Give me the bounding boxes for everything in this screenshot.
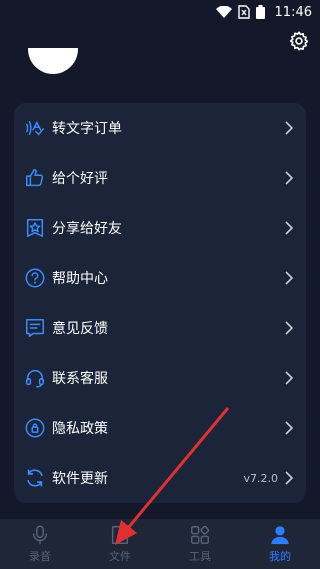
chevron-right-icon bbox=[285, 421, 294, 435]
version-label: v7.2.0 bbox=[243, 471, 279, 485]
menu-item-transcribe-orders[interactable]: 转文字订单 bbox=[14, 103, 306, 153]
chevron-right-icon bbox=[285, 471, 294, 485]
tools-icon bbox=[191, 525, 210, 544]
menu-item-label: 联系客服 bbox=[52, 371, 108, 387]
feedback-icon bbox=[26, 319, 44, 337]
tab-label: 工具 bbox=[189, 550, 211, 563]
menu-item-privacy-policy[interactable]: 隐私政策 bbox=[14, 403, 306, 453]
status-bar: 11:46 bbox=[0, 0, 320, 24]
file-icon bbox=[111, 526, 129, 544]
menu-item-contact-support[interactable]: 联系客服 bbox=[14, 353, 306, 403]
tab-files[interactable]: 文件 bbox=[80, 519, 160, 569]
gear-icon[interactable] bbox=[288, 30, 310, 52]
thumbs-up-icon bbox=[26, 169, 44, 187]
microphone-icon bbox=[32, 525, 48, 545]
headset-icon bbox=[26, 370, 44, 388]
menu-item-label: 转文字订单 bbox=[52, 121, 122, 137]
menu-item-label: 帮助中心 bbox=[52, 271, 108, 287]
battery-icon bbox=[255, 5, 265, 19]
tab-label: 文件 bbox=[109, 550, 131, 563]
chevron-right-icon bbox=[285, 121, 294, 135]
chevron-right-icon bbox=[285, 321, 294, 335]
menu-item-label: 意见反馈 bbox=[52, 321, 108, 337]
menu-item-label: 分享给好友 bbox=[52, 221, 122, 237]
menu-item-help-center[interactable]: 帮助中心 bbox=[14, 253, 306, 303]
tab-record[interactable]: 录音 bbox=[0, 519, 80, 569]
chevron-right-icon bbox=[285, 271, 294, 285]
profile-icon bbox=[271, 526, 289, 545]
avatar[interactable] bbox=[28, 48, 78, 74]
status-time: 11:46 bbox=[274, 4, 312, 20]
tab-label: 我的 bbox=[269, 550, 291, 563]
transcribe-icon bbox=[26, 120, 44, 136]
menu-item-label: 软件更新 bbox=[52, 471, 108, 487]
menu-item-feedback[interactable]: 意见反馈 bbox=[14, 303, 306, 353]
menu-item-software-update[interactable]: 软件更新 v7.2.0 bbox=[14, 453, 306, 503]
no-sim-icon bbox=[237, 5, 250, 19]
menu-item-share[interactable]: 分享给好友 bbox=[14, 203, 306, 253]
tab-tools[interactable]: 工具 bbox=[160, 519, 240, 569]
refresh-icon bbox=[27, 469, 43, 487]
tab-profile[interactable]: 我的 bbox=[240, 519, 320, 569]
chevron-right-icon bbox=[285, 171, 294, 185]
tab-label: 录音 bbox=[29, 550, 51, 563]
menu-card: 转文字订单 给个好评 分享给好友 帮助中心 意见反馈 联系客服 隐私政策 软件更… bbox=[14, 103, 306, 503]
privacy-icon bbox=[25, 418, 45, 438]
menu-item-label: 隐私政策 bbox=[52, 421, 108, 437]
wifi-icon bbox=[215, 6, 232, 18]
bottom-tab-bar: 录音 文件 工具 我的 bbox=[0, 519, 320, 569]
help-icon bbox=[25, 268, 45, 288]
menu-item-label: 给个好评 bbox=[52, 171, 108, 187]
chevron-right-icon bbox=[285, 371, 294, 385]
share-star-icon bbox=[26, 219, 44, 237]
chevron-right-icon bbox=[285, 221, 294, 235]
menu-item-rate-us[interactable]: 给个好评 bbox=[14, 153, 306, 203]
